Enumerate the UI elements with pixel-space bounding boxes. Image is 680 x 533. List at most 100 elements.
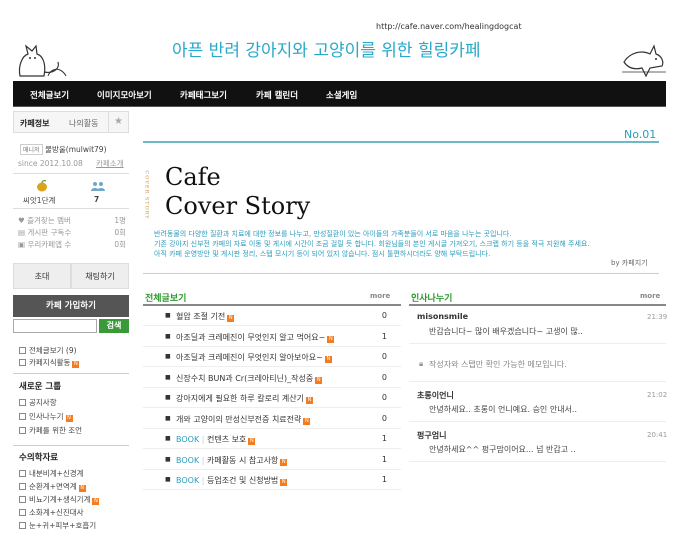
- post-title[interactable]: 등업조건 및 신청방법: [207, 476, 278, 485]
- cafe-search-input[interactable]: [13, 319, 97, 333]
- comment-author[interactable]: 초롱이언니: [417, 390, 454, 401]
- post-title[interactable]: 카페활동 시 참고사항: [207, 456, 278, 465]
- comment-author[interactable]: misonsmile: [417, 312, 468, 321]
- nav-tags[interactable]: 카페태그보기: [180, 89, 227, 101]
- post-row[interactable]: ■ 아조딜과 크레메진이 무엇인지 알고 먹어요~ N 1: [143, 327, 401, 347]
- comment-item[interactable]: 초롱이언니 21:02 안녕하세요.. 초롱이 언니예요. 승인 안내서..: [409, 384, 667, 422]
- post-title-wrap[interactable]: 아조딜과 크레메진이 무엇인지 알고 먹어요~ N: [176, 332, 335, 343]
- chat-button[interactable]: 채팅하기: [71, 263, 129, 289]
- post-row[interactable]: ■ 혈압 조절 기전 N 0: [143, 306, 401, 326]
- post-title-wrap[interactable]: 강아지에게 필요한 하루 칼로리 계산기 N: [176, 393, 313, 404]
- board-all-more-link[interactable]: more: [370, 292, 390, 300]
- intro-line: 반려동물의 다양한 질환과 치료에 대한 정보를 나누고, 만성질환이 있는 아…: [154, 230, 512, 238]
- post-row[interactable]: ■ 개와 고양이의 만성신부전증 치료전략 N 0: [143, 409, 401, 429]
- post-title-wrap[interactable]: 개와 고양이의 만성신부전증 치료전략 N: [176, 414, 311, 425]
- board-digestive[interactable]: 소화계+신진대사: [19, 507, 99, 520]
- stat-app-users: ▣ 우리카페앱 수 0회: [18, 240, 126, 249]
- nav-all-posts[interactable]: 전체글보기: [30, 89, 69, 101]
- cafe-url[interactable]: http://cafe.naver.com/healingdogcat: [376, 22, 522, 31]
- new-badge-icon: N: [72, 361, 80, 368]
- board-advice[interactable]: 카페를 위한 조언: [19, 425, 82, 439]
- tab-my-activity[interactable]: 나의활동: [69, 118, 98, 129]
- post-row[interactable]: ■ 강아지에게 필요한 하루 칼로리 계산기 N 0: [143, 388, 401, 408]
- divider: [13, 445, 129, 446]
- board-all-posts[interactable]: 전체글보기 (9): [19, 345, 79, 357]
- manager-name[interactable]: 물방울(mulwit79): [45, 145, 106, 154]
- post-title-wrap[interactable]: BOOK | 카페활동 시 참고사항 N: [176, 455, 288, 466]
- post-comment-count: 1: [381, 454, 387, 464]
- comment-item[interactable]: 🔒︎ 작성자와 스탭만 확인 가능한 메모입니다.: [409, 346, 666, 382]
- bullet-icon: ■: [165, 373, 171, 381]
- new-badge-icon: N: [92, 498, 100, 505]
- post-title[interactable]: 아조딜과 크레메진이 무엇인지 알아보아요~: [176, 353, 323, 362]
- bullet-icon: ■: [165, 414, 171, 422]
- board-greetings-widget: 인사나누기 more misonsmile 21:39 반갑습니다~ 많이 배우…: [409, 286, 668, 533]
- comment-item[interactable]: 펑구엄니 20:41 안녕하세요^^ 펑구맘이어요... 넘 반갑고 ..: [409, 424, 667, 462]
- group-boards: 공지사항 인사나누기 N 카페를 위한 조언: [19, 397, 82, 439]
- board-circulatory[interactable]: 순환계+면역계 N: [19, 481, 99, 494]
- comment-body[interactable]: 반갑습니다~ 많이 배우겠습니다~ 고생이 많..: [429, 326, 583, 337]
- cafe-intro-link[interactable]: 카페소개: [96, 158, 124, 169]
- post-row[interactable]: ■ BOOK | 등업조건 및 신청방법 N 1: [143, 470, 401, 490]
- board-icon: [19, 359, 26, 366]
- board-endocrine[interactable]: 내분비계+신경계: [19, 468, 99, 481]
- dog-illustration-icon: [622, 44, 666, 78]
- nav-image-gallery[interactable]: 이미지모아보기: [97, 89, 152, 101]
- board-knowledge[interactable]: 카페지식활동 N: [19, 357, 80, 369]
- invite-button[interactable]: 초대: [13, 263, 71, 289]
- comment-body[interactable]: 안녕하세요^^ 펑구맘이어요... 넘 반갑고 ..: [429, 444, 576, 455]
- board-icon: [19, 496, 26, 503]
- comment-body[interactable]: 안녕하세요.. 초롱이 언니예요. 승인 안내서..: [429, 404, 577, 415]
- top-boards: 전체글보기 (9) 카페지식활동 N: [19, 345, 80, 369]
- post-title[interactable]: 아조딜과 크레메진이 무엇인지 알고 먹어요~: [176, 333, 325, 342]
- board-eye-ear-skin[interactable]: 눈+귀+피부+호흡기: [19, 520, 99, 533]
- board-notice[interactable]: 공지사항: [19, 397, 82, 411]
- cover-bottom-line: [143, 273, 659, 274]
- cafe-title[interactable]: 아픈 반려 강아지와 고양이를 위한 힐링카페: [172, 36, 481, 61]
- post-title[interactable]: 개와 고양이의 만성신부전증 치료전략: [176, 415, 301, 424]
- comment-item[interactable]: misonsmile 21:39 반갑습니다~ 많이 배우겠습니다~ 고생이 많…: [409, 306, 668, 344]
- board-all-title[interactable]: 전체글보기: [145, 291, 186, 304]
- star-icon[interactable]: ★: [108, 112, 128, 132]
- post-row[interactable]: ■ BOOK | 컨텐츠 보호 N 1: [143, 429, 401, 449]
- comment-time: 21:39: [647, 313, 668, 321]
- join-cafe-button[interactable]: 카페 가입하기: [13, 295, 129, 317]
- member-count[interactable]: 7: [94, 195, 99, 204]
- post-title-wrap[interactable]: BOOK | 등업조건 및 신청방법 N: [176, 475, 288, 486]
- board-all-widget: 전체글보기 more ■ 혈압 조절 기전 N 0 ■ 아조딜과 크레메진이 무엇인지 알…: [143, 286, 401, 533]
- post-title-wrap[interactable]: BOOK | 컨텐츠 보호 N: [176, 434, 256, 445]
- board-greetings-title[interactable]: 인사나누기: [411, 291, 452, 304]
- nav-social-game[interactable]: 소셜게임: [326, 89, 357, 101]
- post-row[interactable]: ■ 아조딜과 크레메진이 무엇인지 알아보아요~ N 0: [143, 347, 401, 367]
- group-title: 새로운 그룹: [19, 382, 62, 392]
- board-icon: [19, 522, 26, 529]
- new-badge-icon: N: [280, 458, 288, 466]
- main-content: No.01 COVER STORY Cafe Cover Story 반려동물의…: [143, 111, 668, 533]
- post-comment-count: 0: [381, 311, 387, 320]
- nav-calendar[interactable]: 카페 캘린더: [256, 89, 298, 101]
- separator: |: [199, 435, 207, 444]
- post-title-wrap[interactable]: 신장수치 BUN과 Cr(크레아티닌)_작성중 N: [176, 373, 323, 384]
- post-title-wrap[interactable]: 혈압 조절 기전 N: [176, 311, 235, 322]
- board-greetings[interactable]: 인사나누기 N: [19, 411, 82, 425]
- post-title[interactable]: 혈압 조절 기전: [176, 312, 225, 321]
- tab-cafe-info[interactable]: 카페정보: [20, 118, 49, 129]
- board-icon: [19, 427, 26, 434]
- divider: [13, 373, 129, 374]
- bullet-icon: ■: [165, 332, 171, 340]
- post-title[interactable]: 컨텐츠 보호: [207, 435, 246, 444]
- search-button[interactable]: 검색: [99, 319, 129, 333]
- comment-author[interactable]: 펑구엄니: [417, 430, 446, 441]
- cover-number: No.01: [624, 128, 657, 141]
- board-urinary[interactable]: 비뇨기계+생식기계 N: [19, 494, 100, 507]
- post-title-wrap[interactable]: 아조딜과 크레메진이 무엇인지 알아보아요~ N: [176, 352, 332, 363]
- post-title[interactable]: 강아지에게 필요한 하루 칼로리 계산기: [176, 394, 304, 403]
- new-badge-icon: N: [78, 485, 86, 492]
- post-title[interactable]: 신장수치 BUN과 Cr(크레아티닌)_작성중: [176, 374, 313, 383]
- cover-top-line: [143, 141, 659, 143]
- post-prefix: BOOK: [176, 435, 200, 444]
- post-row[interactable]: ■ BOOK | 카페활동 시 참고사항 N 1: [143, 450, 401, 470]
- board-greetings-more-link[interactable]: more: [640, 292, 660, 300]
- post-row[interactable]: ■ 신장수치 BUN과 Cr(크레아티닌)_작성중 N 0: [143, 368, 401, 388]
- bullet-icon: ■: [165, 435, 171, 442]
